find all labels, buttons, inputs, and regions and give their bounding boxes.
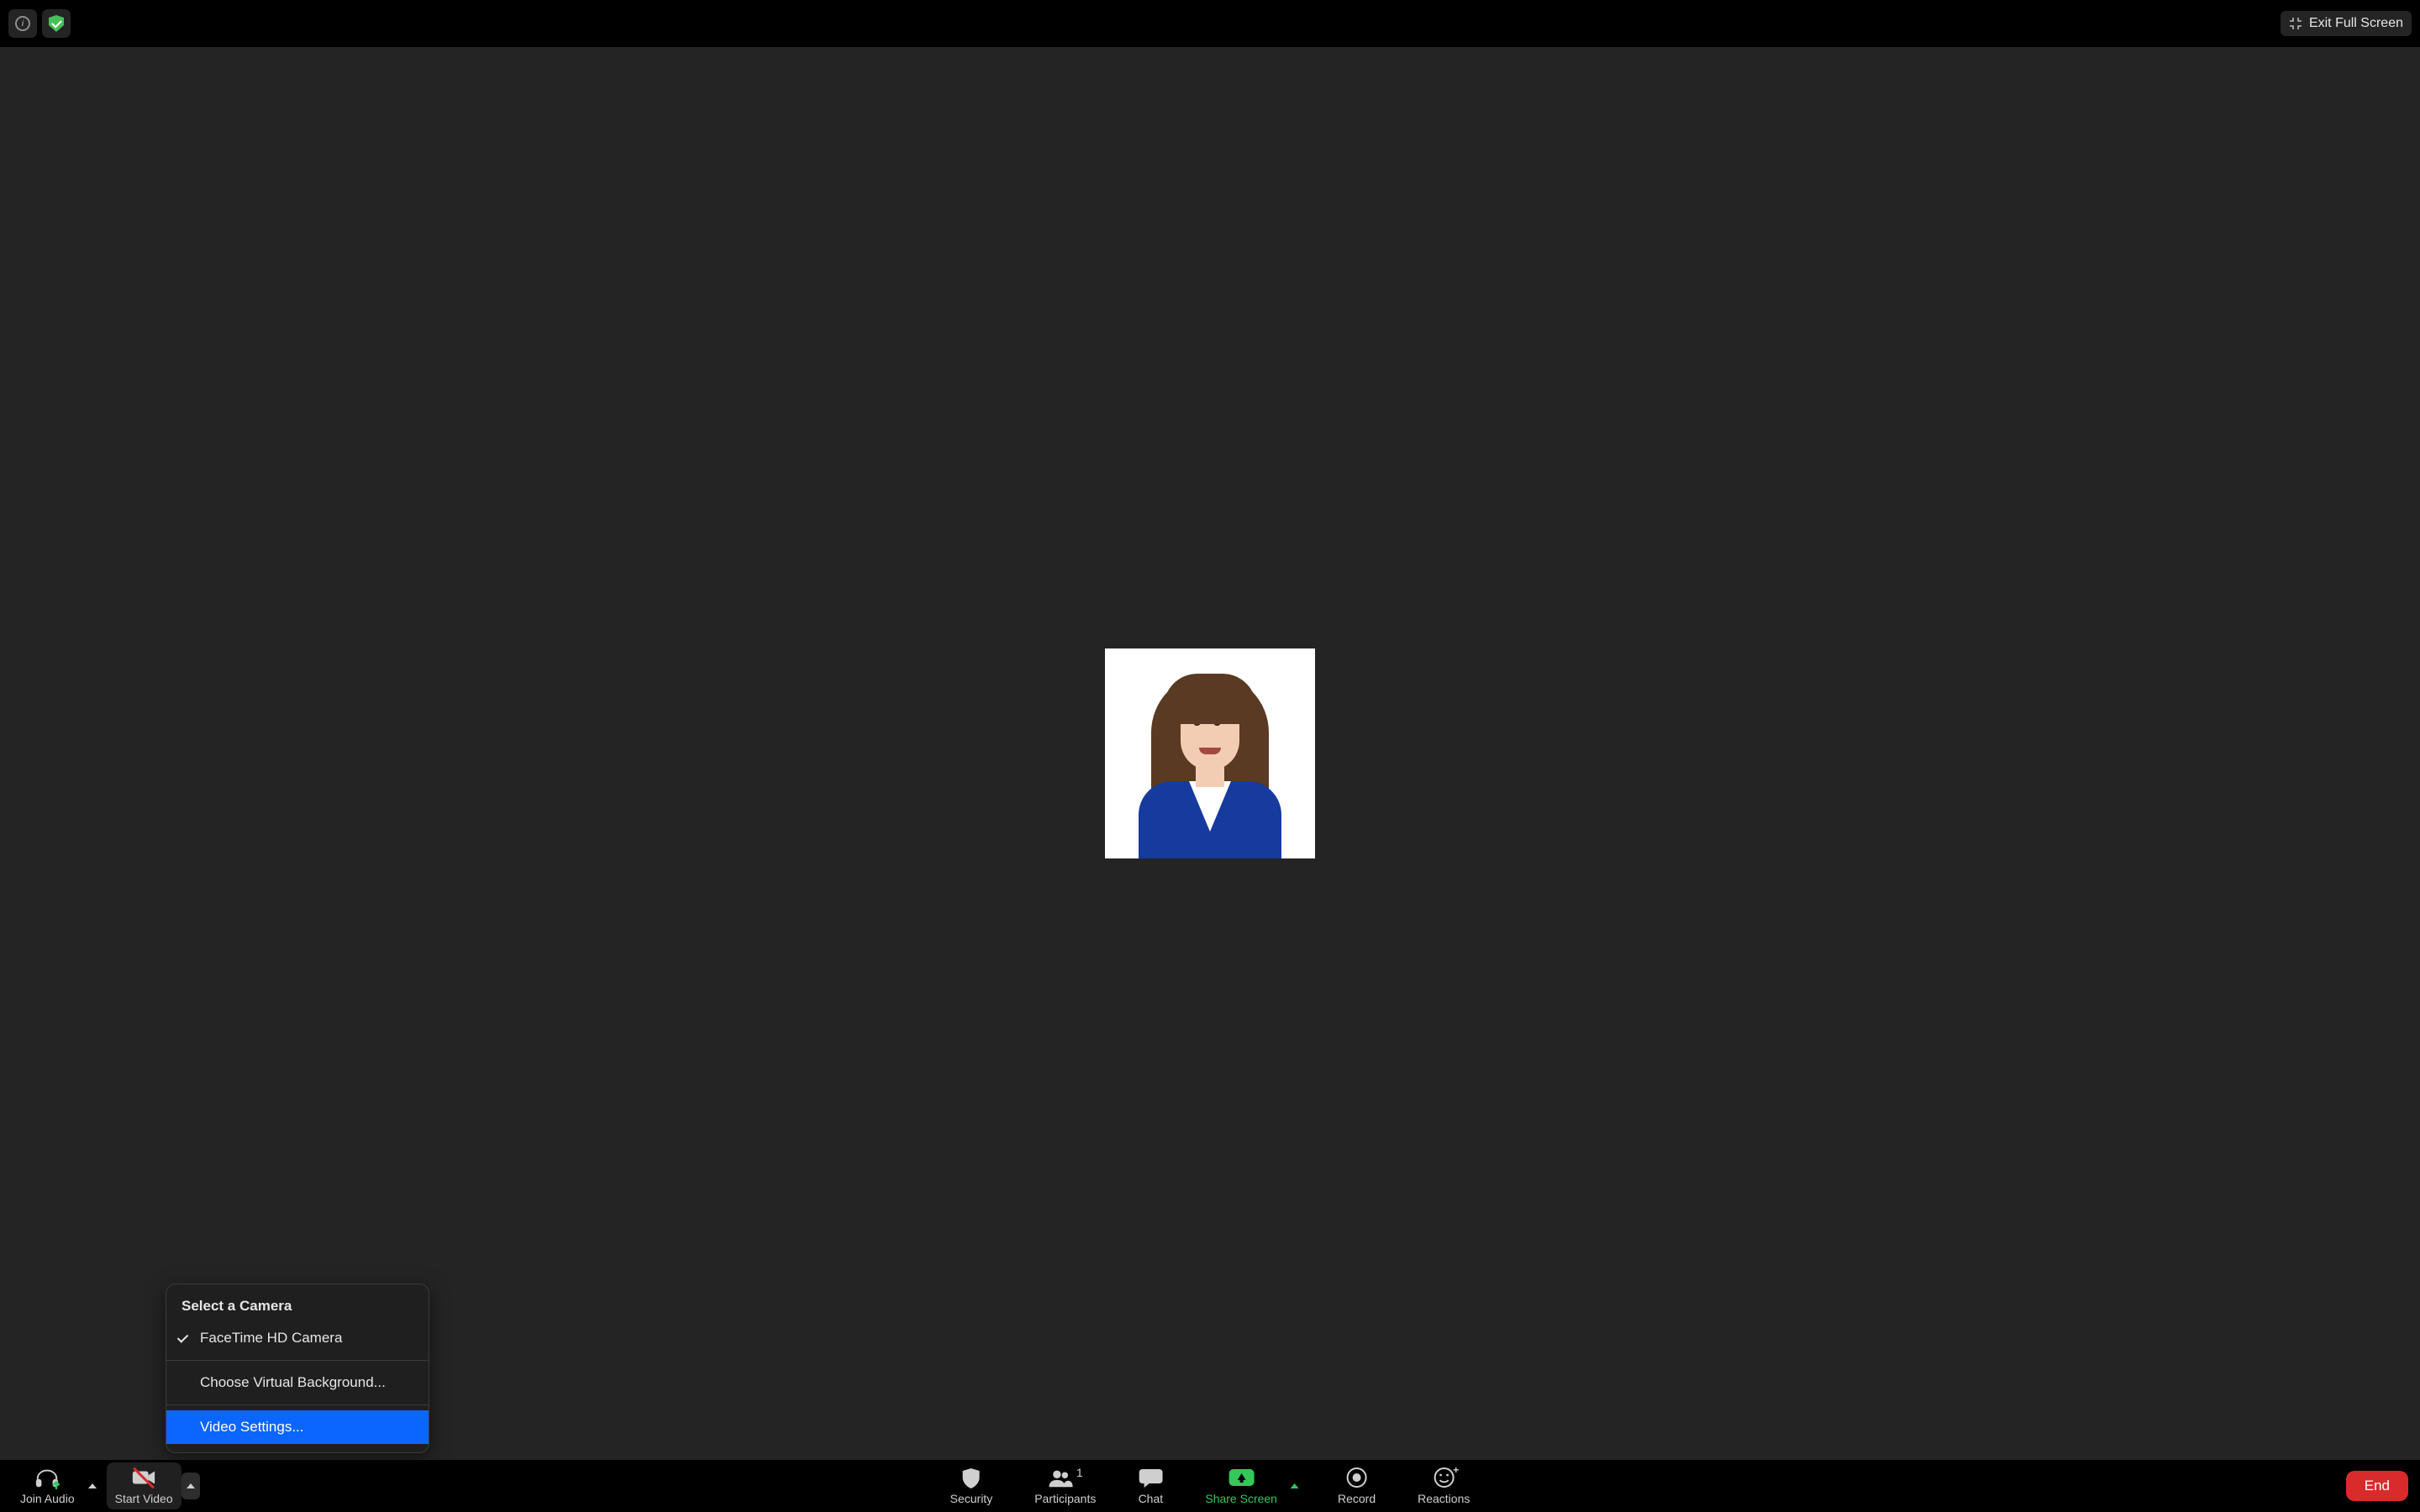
camera-option-facetime-hd[interactable]: FaceTime HD Camera [166, 1321, 429, 1355]
participants-button[interactable]: 1 Participants [1026, 1462, 1104, 1509]
join-audio-label: Join Audio [20, 1492, 75, 1505]
exit-fullscreen-icon [2289, 17, 2302, 30]
virtual-background-label: Choose Virtual Background... [200, 1374, 386, 1390]
camera-option-label: FaceTime HD Camera [200, 1330, 342, 1346]
video-settings-item[interactable]: Video Settings... [166, 1410, 429, 1444]
video-stage [0, 47, 2420, 1460]
avatar-image [1130, 648, 1290, 858]
chevron-up-icon [1291, 1483, 1299, 1488]
participants-icon [1048, 1467, 1073, 1488]
record-label: Record [1338, 1492, 1376, 1505]
menu-divider [166, 1360, 429, 1361]
video-settings-label: Video Settings... [200, 1419, 304, 1435]
meeting-info-button[interactable]: i [8, 9, 37, 38]
video-camera-off-icon [131, 1467, 156, 1488]
participant-avatar-tile [1105, 648, 1315, 858]
join-audio-button[interactable]: Join Audio [12, 1462, 83, 1509]
encryption-status-button[interactable] [42, 9, 71, 38]
chat-bubble-icon [1138, 1467, 1163, 1488]
bottom-toolbar: Join Audio Start Video [0, 1460, 2420, 1512]
share-screen-label: Share Screen [1205, 1492, 1277, 1505]
end-label: End [2365, 1478, 2390, 1494]
security-button[interactable]: Security [942, 1462, 1002, 1509]
end-meeting-button[interactable]: End [2346, 1471, 2408, 1501]
participants-count: 1 [1076, 1466, 1083, 1479]
chat-label: Chat [1139, 1492, 1164, 1505]
share-screen-icon [1228, 1467, 1254, 1488]
video-options-menu: Select a Camera FaceTime HD Camera Choos… [166, 1284, 429, 1453]
reactions-button[interactable]: + Reactions [1409, 1462, 1478, 1509]
record-icon [1344, 1467, 1370, 1488]
toolbar-right-group: End [2346, 1460, 2408, 1512]
exit-fullscreen-button[interactable]: Exit Full Screen [2281, 11, 2412, 36]
info-icon: i [15, 16, 30, 31]
toolbar-left-group: Join Audio Start Video [12, 1460, 200, 1512]
topbar: i Exit Full Screen [0, 0, 2420, 47]
reactions-label: Reactions [1418, 1492, 1470, 1505]
chat-button[interactable]: Chat [1129, 1462, 1171, 1509]
toolbar-center-group: Security 1 Participants [942, 1460, 1479, 1512]
plus-badge-icon: + [1453, 1464, 1459, 1476]
share-screen-button[interactable]: Share Screen [1197, 1462, 1286, 1509]
reactions-icon: + [1431, 1467, 1456, 1488]
topbar-left: i [8, 9, 71, 38]
audio-options-chevron[interactable] [83, 1473, 102, 1499]
chevron-up-icon [88, 1483, 97, 1488]
record-button[interactable]: Record [1329, 1462, 1384, 1509]
video-menu-header: Select a Camera [166, 1293, 429, 1321]
share-screen-options-chevron[interactable] [1286, 1473, 1304, 1499]
participants-label: Participants [1034, 1492, 1096, 1505]
video-options-chevron[interactable] [182, 1473, 200, 1499]
start-video-button[interactable]: Start Video [107, 1462, 182, 1509]
shield-check-icon [49, 15, 64, 32]
security-label: Security [950, 1492, 993, 1505]
shield-icon [959, 1467, 984, 1488]
headphones-icon [34, 1467, 60, 1488]
chevron-up-icon [187, 1483, 195, 1488]
choose-virtual-background-item[interactable]: Choose Virtual Background... [166, 1366, 429, 1399]
exit-fullscreen-label: Exit Full Screen [2309, 16, 2403, 31]
start-video-label: Start Video [115, 1492, 173, 1505]
menu-divider [166, 1404, 429, 1405]
